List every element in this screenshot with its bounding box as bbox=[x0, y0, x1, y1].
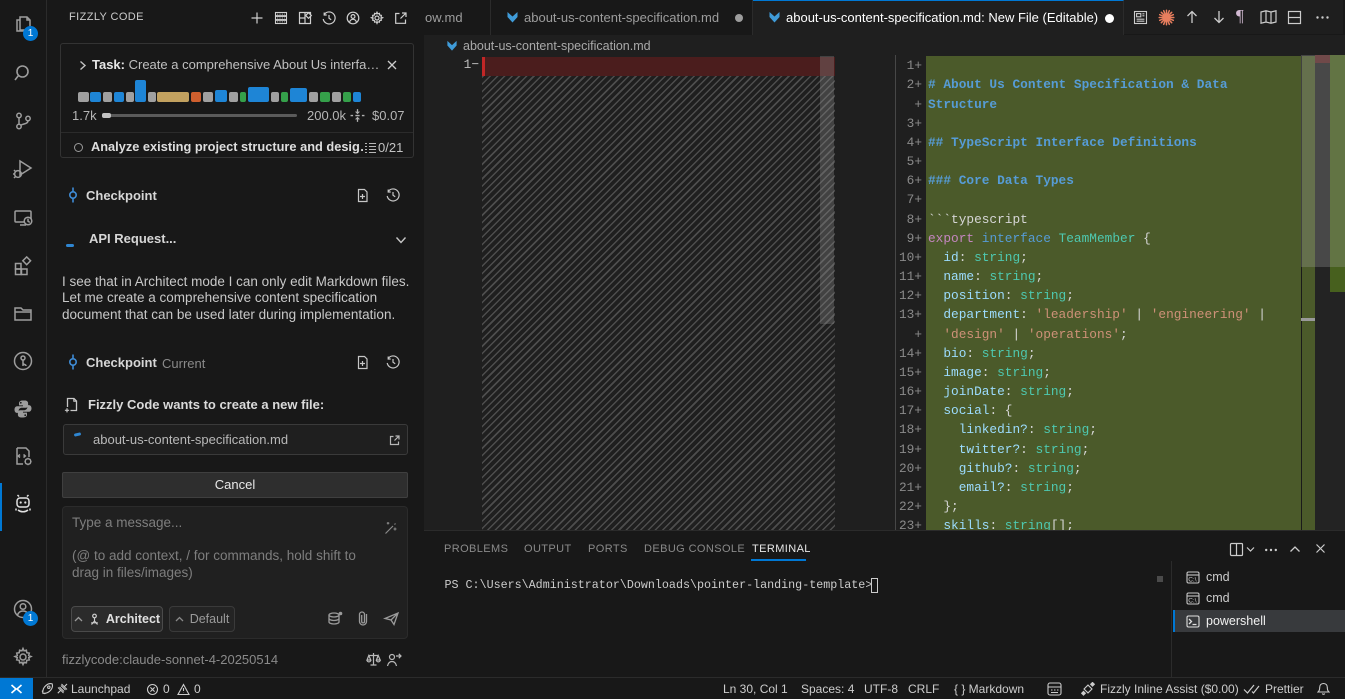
svg-text:C:\: C:\ bbox=[1188, 598, 1197, 605]
svg-text:C:\: C:\ bbox=[1188, 577, 1197, 584]
